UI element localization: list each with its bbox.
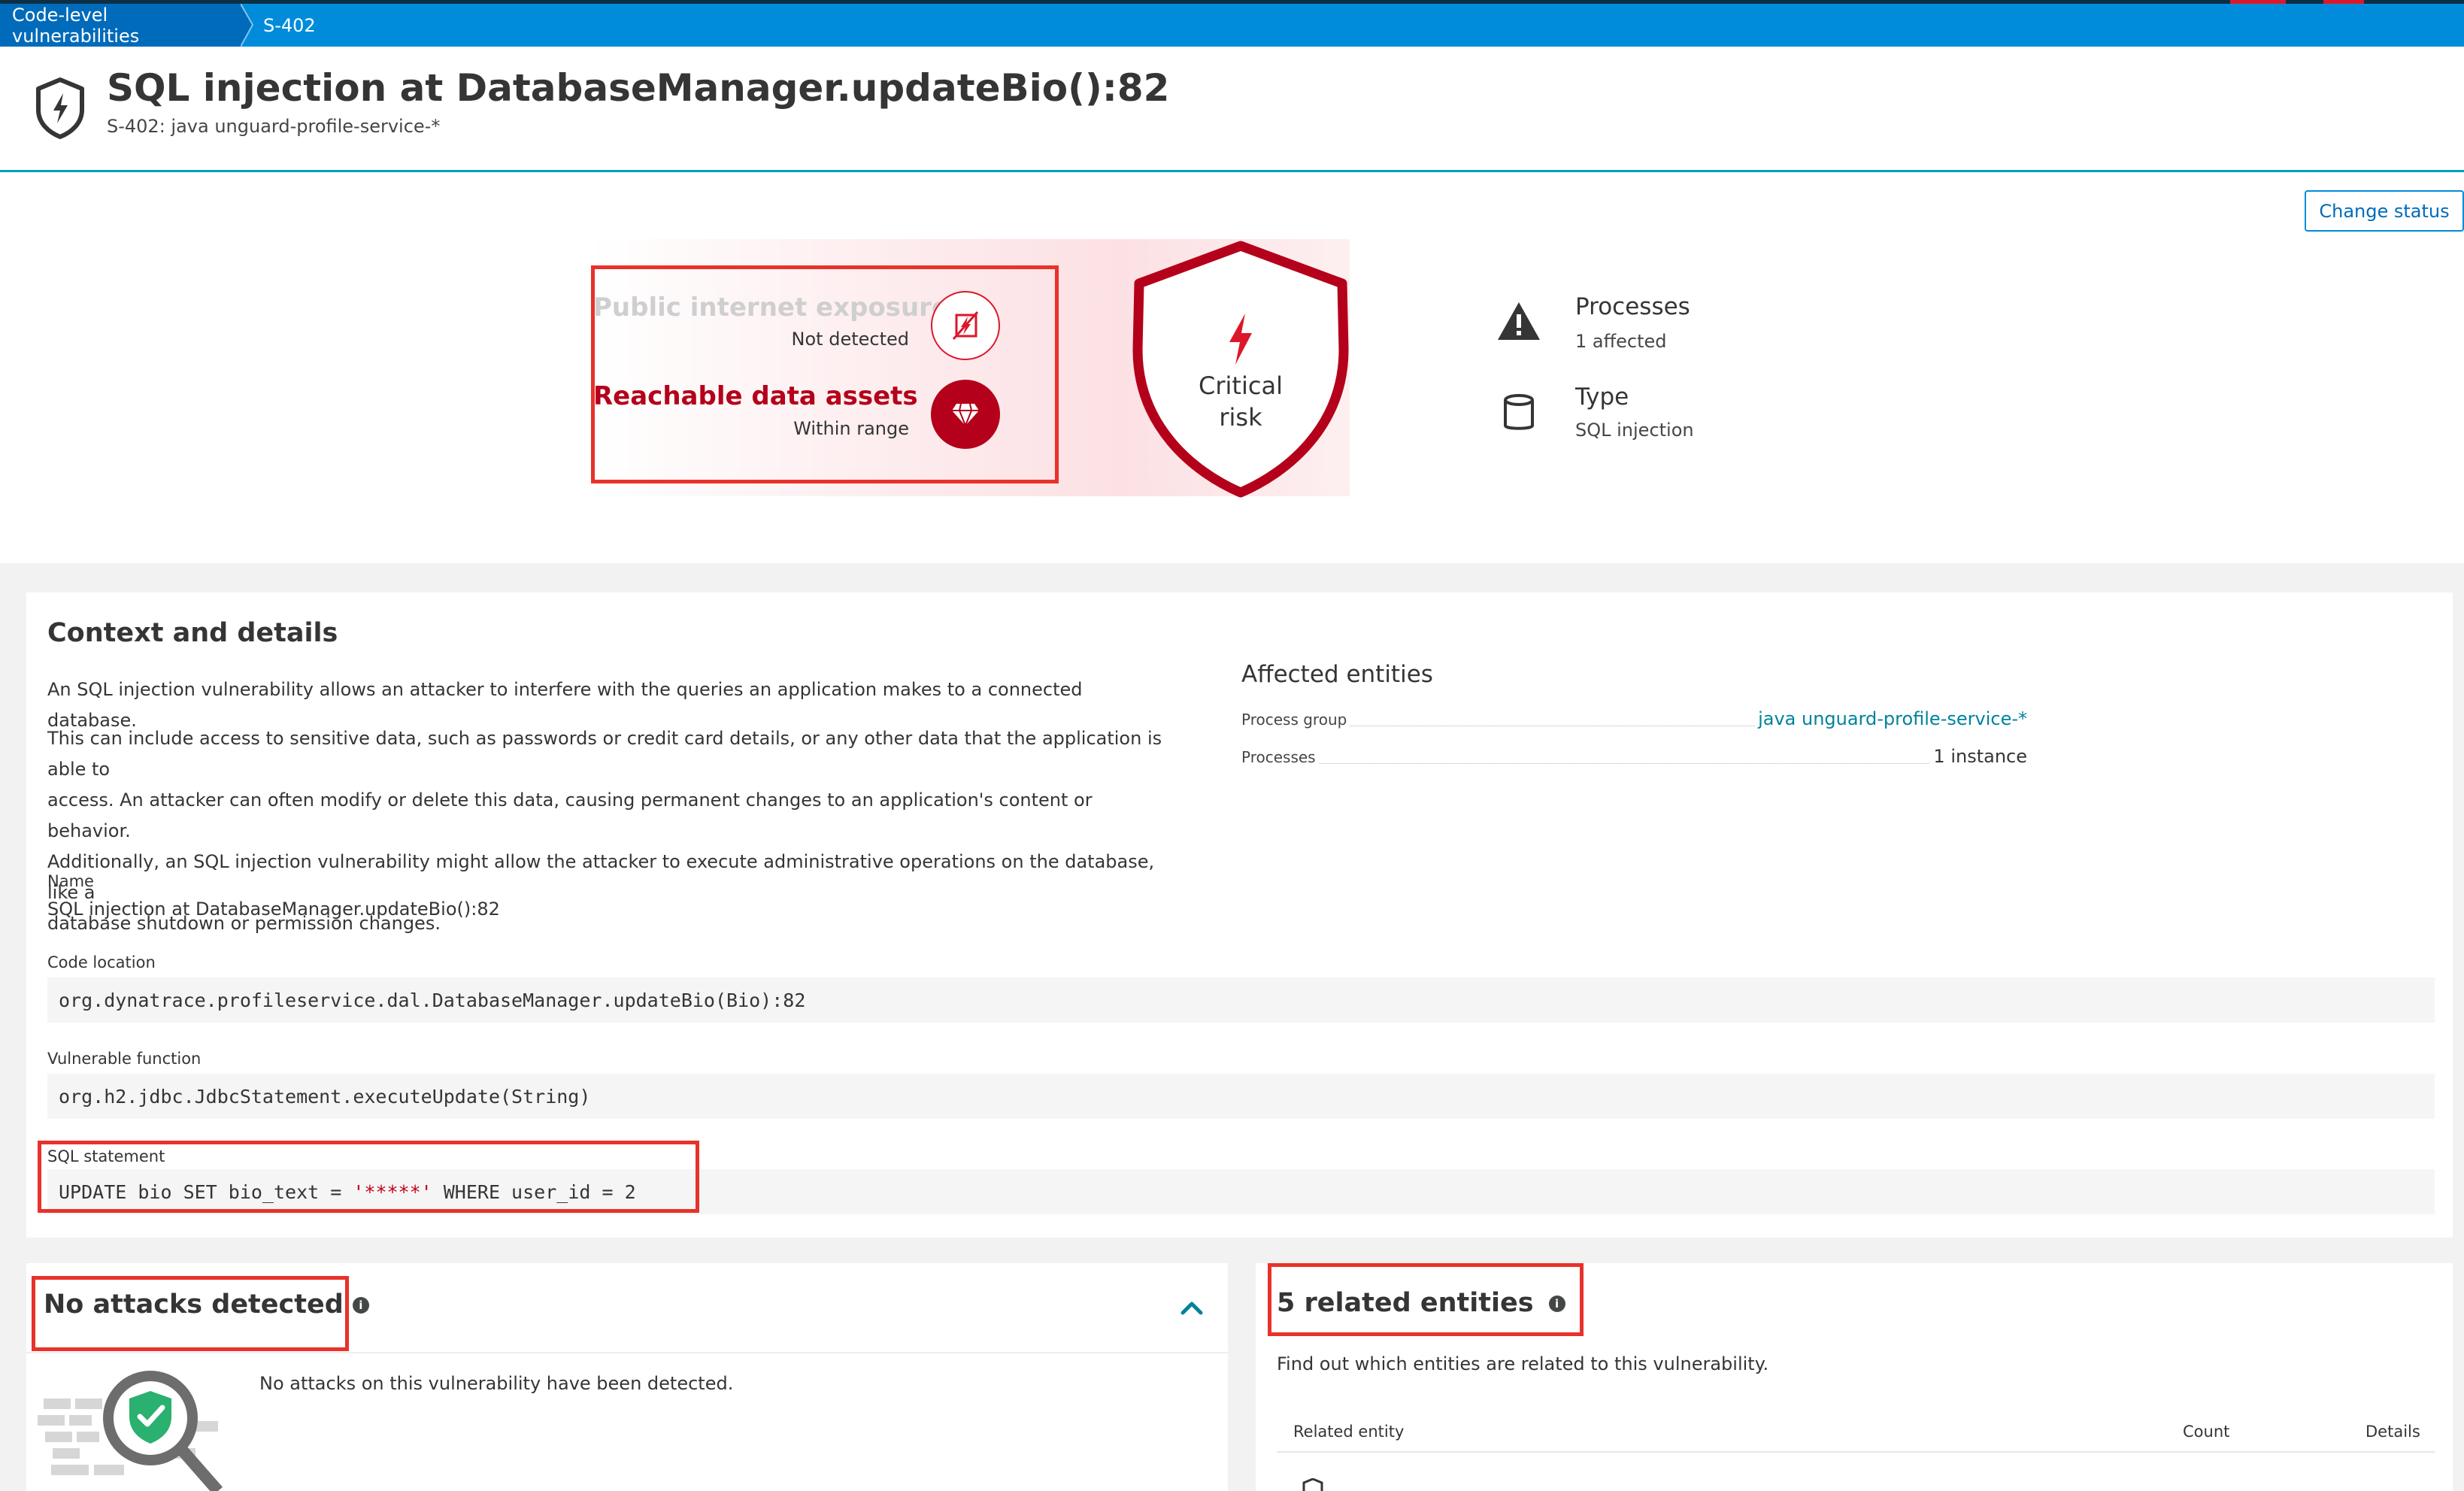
breadcrumb-chevron-icon bbox=[241, 4, 254, 47]
affected-row-processes: Processes 1 instance bbox=[1241, 746, 2027, 767]
annotation-box bbox=[591, 265, 1059, 483]
code-location-value: org.dynatrace.profileservice.dal.Databas… bbox=[47, 977, 2435, 1023]
top-marker bbox=[2323, 0, 2364, 4]
shield-lightning-icon bbox=[36, 77, 84, 139]
process-group-link[interactable]: java unguard-profile-service-* bbox=[1755, 708, 2027, 729]
breadcrumb-label: Code-level vulnerabilities bbox=[12, 4, 140, 47]
application-icon bbox=[1302, 1478, 1323, 1491]
affected-entities-heading: Affected entities bbox=[1241, 661, 1433, 688]
risk-level-label: Critical risk bbox=[1199, 371, 1283, 432]
annotation-box bbox=[38, 1141, 699, 1213]
code-location-label: Code location bbox=[47, 953, 156, 971]
affected-row-process-group: Process group java unguard-profile-servi… bbox=[1241, 708, 2027, 729]
column-header-related-entity[interactable]: Related entity bbox=[1293, 1423, 1404, 1441]
breadcrumb-bar bbox=[0, 0, 2464, 47]
vulnerable-function-value: org.h2.jdbc.JdbcStatement.executeUpdate(… bbox=[47, 1074, 2435, 1119]
table-header-divider bbox=[1277, 1451, 2435, 1453]
column-header-details[interactable]: Details bbox=[2366, 1423, 2420, 1441]
database-icon bbox=[1504, 394, 1534, 430]
annotation-box bbox=[1268, 1263, 1584, 1336]
warning-icon bbox=[1498, 302, 1540, 340]
name-value: SQL injection at DatabaseManager.updateB… bbox=[47, 899, 500, 920]
info-icon[interactable]: i bbox=[352, 1297, 369, 1314]
no-attacks-illustration-icon bbox=[38, 1371, 223, 1491]
attacks-message: No attacks on this vulnerability have be… bbox=[259, 1373, 734, 1394]
breadcrumb-item-code-level-vulnerabilities[interactable]: Code-level vulnerabilities bbox=[0, 4, 241, 47]
breadcrumb-label: S-402 bbox=[263, 14, 316, 36]
context-heading: Context and details bbox=[47, 618, 338, 648]
vulnerable-function-label: Vulnerable function bbox=[47, 1050, 202, 1068]
top-marker bbox=[2230, 0, 2286, 4]
critical-risk-shield-icon bbox=[1132, 241, 1349, 498]
chevron-up-icon[interactable] bbox=[1177, 1293, 1207, 1323]
divider bbox=[26, 1352, 1228, 1353]
processes-value: 1 affected bbox=[1575, 331, 1667, 352]
top-accent-line bbox=[0, 0, 2464, 4]
page-subtitle: S-402: java unguard-profile-service-* bbox=[107, 116, 441, 137]
processes-title: Processes bbox=[1575, 293, 1690, 320]
name-label: Name bbox=[47, 872, 94, 890]
page-title: SQL injection at DatabaseManager.updateB… bbox=[107, 66, 1170, 110]
change-status-button[interactable]: Change status bbox=[2305, 190, 2464, 232]
type-title: Type bbox=[1575, 383, 1629, 411]
breadcrumb-item-s-402[interactable]: S-402 bbox=[260, 4, 316, 47]
related-entities-description: Find out which entities are related to t… bbox=[1277, 1353, 1769, 1374]
annotation-box bbox=[32, 1276, 349, 1351]
type-value: SQL injection bbox=[1575, 420, 1694, 441]
column-header-count[interactable]: Count bbox=[2183, 1423, 2229, 1441]
